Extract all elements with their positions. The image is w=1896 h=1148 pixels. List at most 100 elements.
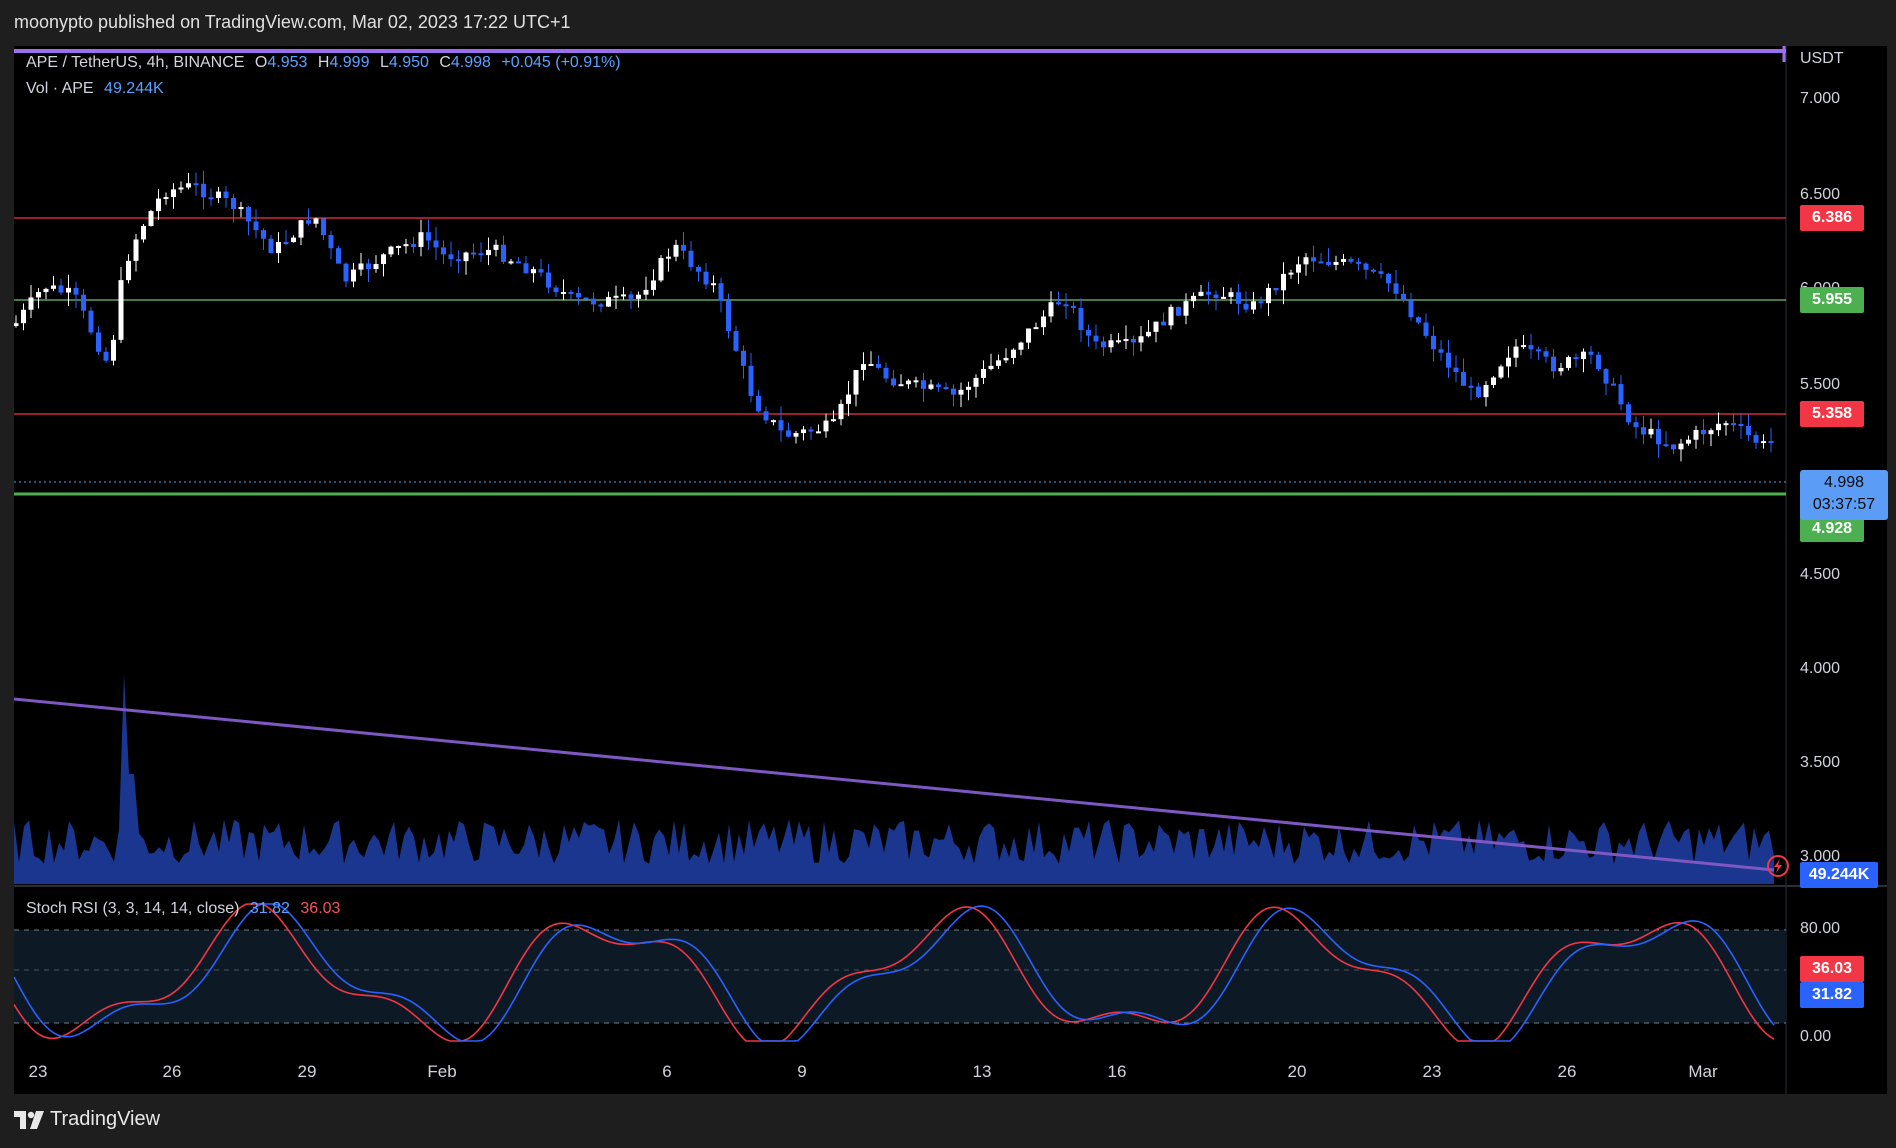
candle-body bbox=[186, 183, 191, 188]
price-chart[interactable] bbox=[14, 46, 1887, 1094]
level-badge-5358[interactable]: 5.358 bbox=[1800, 401, 1864, 427]
candle-body bbox=[831, 419, 836, 422]
candle-body bbox=[1611, 383, 1616, 386]
candle-body bbox=[531, 269, 536, 274]
candle-body bbox=[576, 292, 581, 298]
high-value: 4.999 bbox=[329, 54, 370, 71]
stoch-k-value: 31.82 bbox=[249, 900, 290, 917]
last-price: 4.998 bbox=[1823, 474, 1865, 491]
candle-body bbox=[1558, 367, 1564, 372]
high-label: H bbox=[317, 54, 330, 71]
candle-body bbox=[456, 259, 461, 262]
candle-body bbox=[1296, 264, 1301, 273]
candle-body bbox=[441, 247, 446, 255]
stoch-k-badge: 31.82 bbox=[1800, 982, 1864, 1008]
publisher-info: moonypto published on TradingView.com, M… bbox=[14, 12, 571, 32]
level-badge-5955[interactable]: 5.955 bbox=[1800, 287, 1864, 313]
candle-body bbox=[433, 240, 439, 248]
candle-body bbox=[1161, 321, 1166, 326]
volume-value: 49.244K bbox=[104, 80, 164, 97]
candle-body bbox=[748, 365, 754, 396]
tradingview-logo[interactable]: TradingView bbox=[14, 1108, 160, 1131]
volume-area-fill bbox=[14, 674, 1774, 884]
candle-body bbox=[1063, 304, 1069, 307]
level-badge-6386[interactable]: 6.386 bbox=[1800, 205, 1864, 231]
date-label: 23 bbox=[1422, 1062, 1442, 1081]
candle-body bbox=[636, 294, 641, 299]
candle-body bbox=[606, 297, 611, 307]
candle-body bbox=[1123, 339, 1129, 342]
candle-body bbox=[1438, 349, 1444, 353]
candle-body bbox=[1168, 306, 1174, 326]
candle-body bbox=[373, 264, 379, 270]
candle-body bbox=[208, 197, 214, 200]
candle-body bbox=[1468, 385, 1474, 388]
candle-body bbox=[1386, 273, 1391, 284]
candle-body bbox=[276, 241, 281, 254]
candle-body bbox=[1633, 422, 1639, 428]
candle-body bbox=[726, 300, 731, 332]
candle-body bbox=[81, 294, 86, 311]
candle-body bbox=[1768, 441, 1774, 444]
candle-body bbox=[1536, 349, 1541, 352]
date-label: Feb bbox=[427, 1062, 457, 1081]
candle-body bbox=[51, 285, 56, 289]
candle-body bbox=[958, 389, 964, 395]
candle-body bbox=[156, 198, 161, 212]
open-value: 4.953 bbox=[267, 54, 308, 71]
candle-body bbox=[238, 206, 244, 210]
date-label: 20 bbox=[1287, 1062, 1307, 1081]
date-label: 26 bbox=[1557, 1062, 1577, 1081]
date-label: 6 bbox=[662, 1062, 672, 1081]
candle-body bbox=[913, 380, 919, 383]
candle-body bbox=[1393, 283, 1399, 294]
candle-body bbox=[1408, 300, 1414, 318]
candle-body bbox=[823, 420, 829, 432]
candle-body bbox=[876, 363, 881, 368]
candle-body bbox=[1138, 336, 1144, 343]
candle-body bbox=[816, 431, 821, 434]
chart-pane[interactable]: APE / TetherUS, 4h, BINANCE O4.953 H4.99… bbox=[14, 46, 1888, 1094]
symbol-name: APE / TetherUS, 4h, BINANCE bbox=[26, 54, 245, 71]
candle-body bbox=[418, 232, 424, 247]
date-label: 23 bbox=[28, 1062, 48, 1081]
last-price-badge[interactable]: 4.998 03:37:57 bbox=[1800, 470, 1888, 520]
candle-body bbox=[1093, 335, 1099, 342]
candle-body bbox=[268, 238, 274, 254]
candle-body bbox=[253, 221, 259, 231]
candle-body bbox=[1258, 301, 1264, 304]
candle-body bbox=[1738, 424, 1744, 427]
candle-body bbox=[501, 244, 506, 262]
candle-body bbox=[1303, 257, 1309, 265]
volume-legend[interactable]: Vol · APE 49.244K bbox=[26, 80, 170, 98]
volume-badge: 49.244K bbox=[1800, 862, 1878, 888]
candle-body bbox=[66, 287, 71, 293]
date-label: 16 bbox=[1107, 1062, 1127, 1081]
candle-body bbox=[1281, 273, 1286, 291]
candle-body bbox=[133, 239, 139, 261]
candle-body bbox=[351, 269, 356, 282]
candle-body bbox=[1731, 423, 1736, 426]
candle-body bbox=[1423, 322, 1429, 336]
candle-body bbox=[463, 252, 469, 262]
candle-body bbox=[1333, 261, 1339, 265]
symbol-legend[interactable]: APE / TetherUS, 4h, BINANCE O4.953 H4.99… bbox=[26, 54, 627, 72]
stoch-legend[interactable]: Stoch RSI (3, 3, 14, 14, close) 31.82 36… bbox=[26, 900, 346, 918]
candle-body bbox=[1498, 366, 1504, 378]
candle-body bbox=[43, 288, 49, 293]
candle-body bbox=[763, 411, 769, 421]
candle-body bbox=[1056, 302, 1061, 305]
change-value: +0.045 (+0.91%) bbox=[501, 54, 621, 71]
candle-body bbox=[583, 297, 589, 300]
candle-body bbox=[141, 225, 146, 240]
candle-body bbox=[771, 420, 776, 423]
candle-countdown: 03:37:57 bbox=[1812, 496, 1876, 513]
candle-body bbox=[1461, 372, 1466, 386]
candle-body bbox=[1708, 430, 1714, 435]
candle-body bbox=[883, 367, 889, 379]
candle-body bbox=[1363, 263, 1369, 270]
candle-body bbox=[478, 253, 484, 256]
candle-body bbox=[28, 297, 34, 310]
low-label: L bbox=[379, 54, 389, 71]
candle-body bbox=[643, 289, 649, 295]
